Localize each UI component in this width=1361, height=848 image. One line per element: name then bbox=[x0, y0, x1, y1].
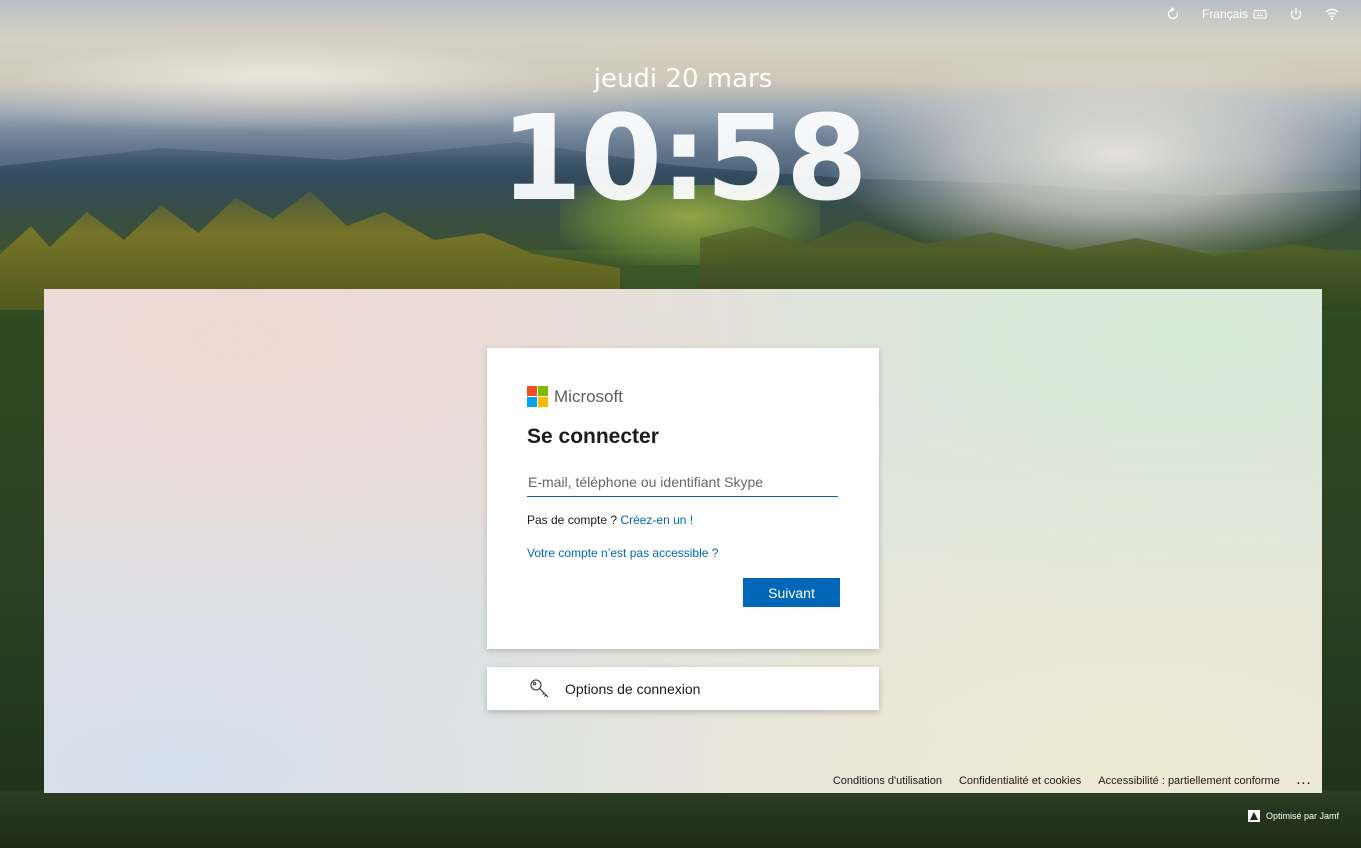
key-icon bbox=[529, 678, 551, 700]
signin-card: Microsoft Se connecter Pas de compte ? C… bbox=[487, 348, 879, 649]
login-screen: Français jeudi 20 mars 10:58 Microsoft S… bbox=[0, 0, 1361, 848]
input-language-label: Français bbox=[1201, 7, 1248, 21]
signin-panel: Microsoft Se connecter Pas de compte ? C… bbox=[44, 289, 1322, 793]
microsoft-logo-text: Microsoft bbox=[554, 386, 623, 406]
jamf-branding: Optimisé par Jamf bbox=[1247, 810, 1339, 822]
wallpaper-trees-bottom bbox=[0, 790, 1361, 848]
jamf-icon bbox=[1247, 810, 1260, 822]
terms-link[interactable]: Conditions d'utilisation bbox=[833, 775, 942, 787]
microsoft-logo: Microsoft bbox=[527, 386, 839, 407]
more-options-button[interactable]: ... bbox=[1297, 775, 1312, 787]
no-account-label: Pas de compte ? bbox=[527, 513, 618, 527]
accessibility-link[interactable]: Accessibilité : partiellement conforme bbox=[1098, 775, 1280, 787]
no-account-text: Pas de compte ? Créez-en un ! bbox=[527, 513, 839, 527]
account-inaccessible-link[interactable]: Votre compte n’est pas accessible ? bbox=[527, 546, 718, 560]
microsoft-logo-icon bbox=[527, 386, 548, 407]
signin-options-label: Options de connexion bbox=[565, 680, 701, 697]
create-account-link[interactable]: Créez-en un ! bbox=[620, 513, 693, 527]
jamf-label: Optimisé par Jamf bbox=[1265, 811, 1339, 821]
input-language-menu[interactable]: Français bbox=[1202, 7, 1267, 21]
next-button[interactable]: Suivant bbox=[743, 578, 840, 607]
lockscreen-time: 10:58 bbox=[500, 89, 868, 227]
power-icon[interactable] bbox=[1289, 7, 1303, 21]
signin-options-button[interactable]: Options de connexion bbox=[487, 667, 879, 710]
keyboard-icon bbox=[1253, 7, 1267, 21]
wifi-icon[interactable] bbox=[1325, 7, 1339, 21]
privacy-link[interactable]: Confidentialité et cookies bbox=[959, 775, 1081, 787]
footer: Conditions d'utilisation Confidentialité… bbox=[833, 775, 1312, 787]
signin-title: Se connecter bbox=[527, 425, 659, 448]
email-field[interactable] bbox=[527, 467, 838, 497]
account-inaccessible-row: Votre compte n’est pas accessible ? bbox=[527, 546, 839, 560]
restart-icon[interactable] bbox=[1166, 7, 1180, 21]
menu-bar: Français bbox=[1166, 4, 1339, 24]
